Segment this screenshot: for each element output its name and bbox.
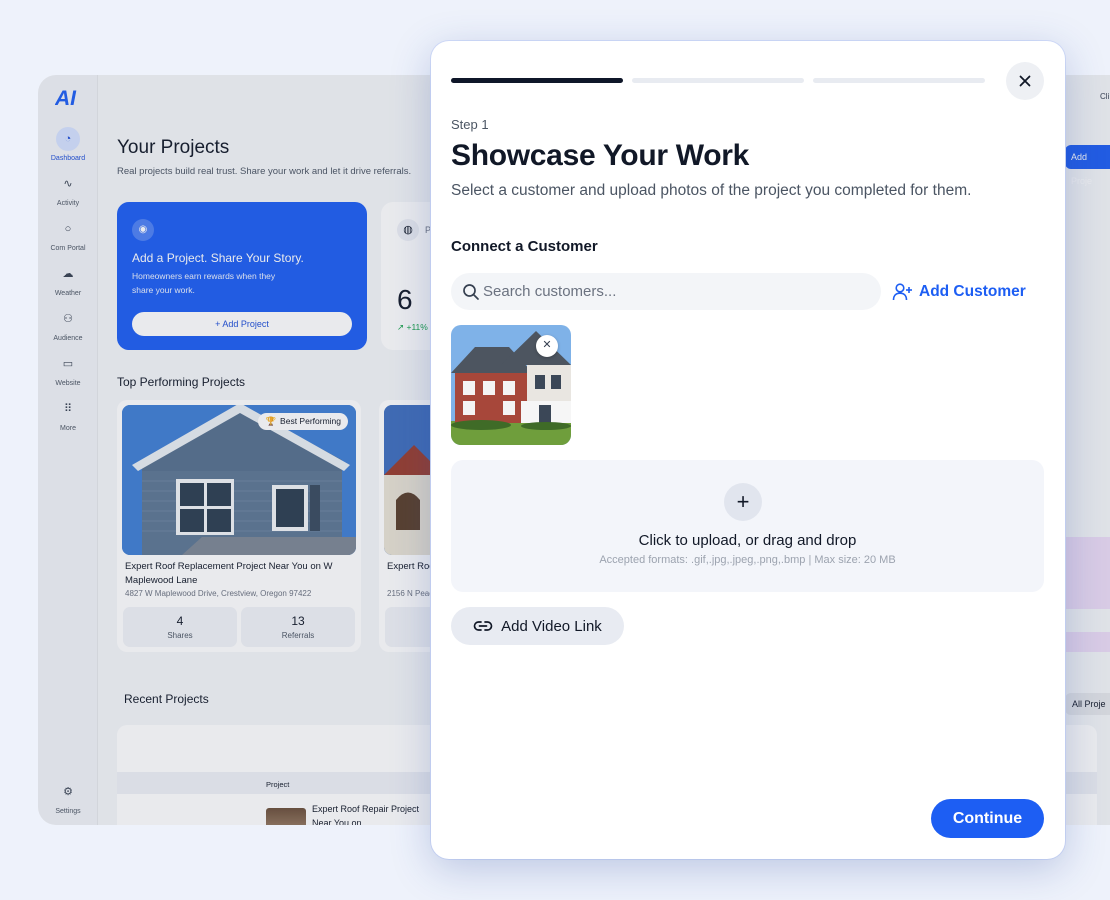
sidebar-item-more[interactable]: ⠿ More	[38, 397, 98, 432]
add-video-link-button[interactable]: Add Video Link	[451, 607, 624, 645]
close-button[interactable]	[1006, 62, 1044, 100]
sidebar-item-label: More	[60, 425, 76, 432]
page-subtitle: Real projects build real trust. Share yo…	[117, 166, 412, 177]
showcase-modal: Step 1 Showcase Your Work Select a custo…	[431, 41, 1065, 859]
trophy-icon: 🏆	[265, 416, 277, 426]
close-icon	[1019, 76, 1031, 87]
sidebar-item-settings[interactable]: ⚙ Settings	[38, 780, 98, 815]
search-icon	[463, 284, 479, 300]
sidebar-item-activity[interactable]: ∿ Activity	[38, 172, 98, 207]
shares-metric: 4 Shares	[123, 607, 237, 647]
referrals-metric: 13 Referrals	[241, 607, 355, 647]
highlight-strip	[1065, 537, 1110, 609]
project-card[interactable]: 🏆 Best Performing Expert Roof Replacement…	[117, 400, 361, 652]
sidebar-item-weather[interactable]: ☁ Weather	[38, 262, 98, 297]
progress-step-2	[632, 78, 804, 83]
step-label: Step 1	[451, 117, 489, 132]
sidebar-item-label: Website	[55, 380, 81, 387]
stat-trend: ↗ +11%	[397, 322, 428, 332]
column-header-project: Project	[266, 780, 290, 789]
project-address: 4827 W Maplewood Drive, Crestview, Orego…	[125, 589, 312, 598]
camera-icon: ◉	[132, 219, 154, 241]
remove-photo-button[interactable]: ✕	[536, 335, 558, 357]
weather-icon: ☁	[62, 268, 74, 280]
sidebar-item-com-portal[interactable]: ○ Com Portal	[38, 217, 98, 252]
website-icon: ▭	[62, 358, 74, 370]
add-customer-button[interactable]: Add Customer	[892, 281, 1026, 303]
modal-title: Showcase Your Work	[451, 139, 750, 172]
upload-dropzone[interactable]: + Click to upload, or drag and drop Acce…	[451, 460, 1044, 592]
sidebar-item-label: Settings	[55, 808, 81, 815]
recent-projects-heading: Recent Projects	[124, 692, 209, 706]
uploaded-photo-thumbnail[interactable]: ✕	[451, 325, 571, 445]
globe-icon: ◍	[397, 219, 419, 241]
svg-text:AI: AI	[55, 87, 77, 109]
highlight-strip	[1065, 632, 1110, 652]
logo[interactable]: AI	[55, 85, 81, 109]
add-user-icon	[892, 283, 912, 301]
add-project-button[interactable]: + Add Project	[132, 312, 352, 336]
plus-icon: +	[724, 483, 762, 521]
promo-title: Add a Project. Share Your Story.	[132, 251, 304, 265]
project-title: Expert Roof Replacement Project Near You…	[125, 561, 333, 586]
sidebar-item-audience[interactable]: ⚇ Audience	[38, 307, 98, 342]
progress-step-1	[451, 78, 623, 83]
activity-icon: ∿	[63, 178, 73, 190]
grid-icon: ⠿	[63, 403, 73, 415]
audience-icon: ⚇	[63, 313, 73, 325]
upload-title: Click to upload, or drag and drop	[638, 532, 857, 549]
gear-icon: ⚙	[63, 786, 73, 798]
upload-formats: Accepted formats: .gif,.jpg,.jpeg,.png,.…	[599, 554, 896, 566]
stat-value: 6	[397, 284, 413, 315]
header-right-text[interactable]: Cli	[1100, 92, 1109, 101]
dashboard-icon: ◔	[56, 127, 80, 151]
add-project-header-button[interactable]: Add Proje	[1065, 145, 1110, 186]
sidebar: AI ◔ Dashboard ∿ Activity ○ Com Portal ☁…	[38, 75, 98, 825]
top-performing-heading: Top Performing Projects	[117, 375, 246, 389]
chat-icon: ○	[64, 223, 72, 235]
sidebar-item-label: Audience	[53, 335, 83, 342]
search-input[interactable]	[483, 273, 873, 310]
project-thumbnail	[266, 808, 306, 825]
progress-step-3	[813, 78, 985, 83]
table-row[interactable]: Expert Roof Repair Project Near You on	[312, 802, 422, 825]
project-image: 🏆 Best Performing	[122, 405, 356, 555]
modal-subtitle: Select a customer and upload photos of t…	[451, 182, 972, 199]
page-title: Your Projects	[117, 137, 230, 158]
promo-description: Homeowners earn rewards when they share …	[132, 271, 276, 295]
add-project-promo-card: ◉ Add a Project. Share Your Story. Homeo…	[117, 202, 367, 350]
sidebar-item-label: Weather	[54, 290, 82, 297]
all-projects-button[interactable]: All Proje	[1065, 693, 1110, 715]
best-performing-badge: 🏆 Best Performing	[258, 413, 348, 430]
link-icon	[473, 621, 493, 631]
close-icon: ✕	[542, 339, 552, 351]
sidebar-item-label: Dashboard	[50, 155, 86, 162]
sidebar-item-label: Com Portal	[50, 245, 86, 252]
customer-search	[451, 273, 881, 310]
project-address: 2156 N Peac	[387, 589, 434, 598]
connect-customer-heading: Connect a Customer	[451, 238, 598, 255]
sidebar-item-label: Activity	[56, 200, 80, 207]
sidebar-item-website[interactable]: ▭ Website	[38, 352, 98, 387]
sidebar-item-dashboard[interactable]: ◔ Dashboard	[38, 127, 98, 162]
continue-button[interactable]: Continue	[931, 799, 1044, 838]
